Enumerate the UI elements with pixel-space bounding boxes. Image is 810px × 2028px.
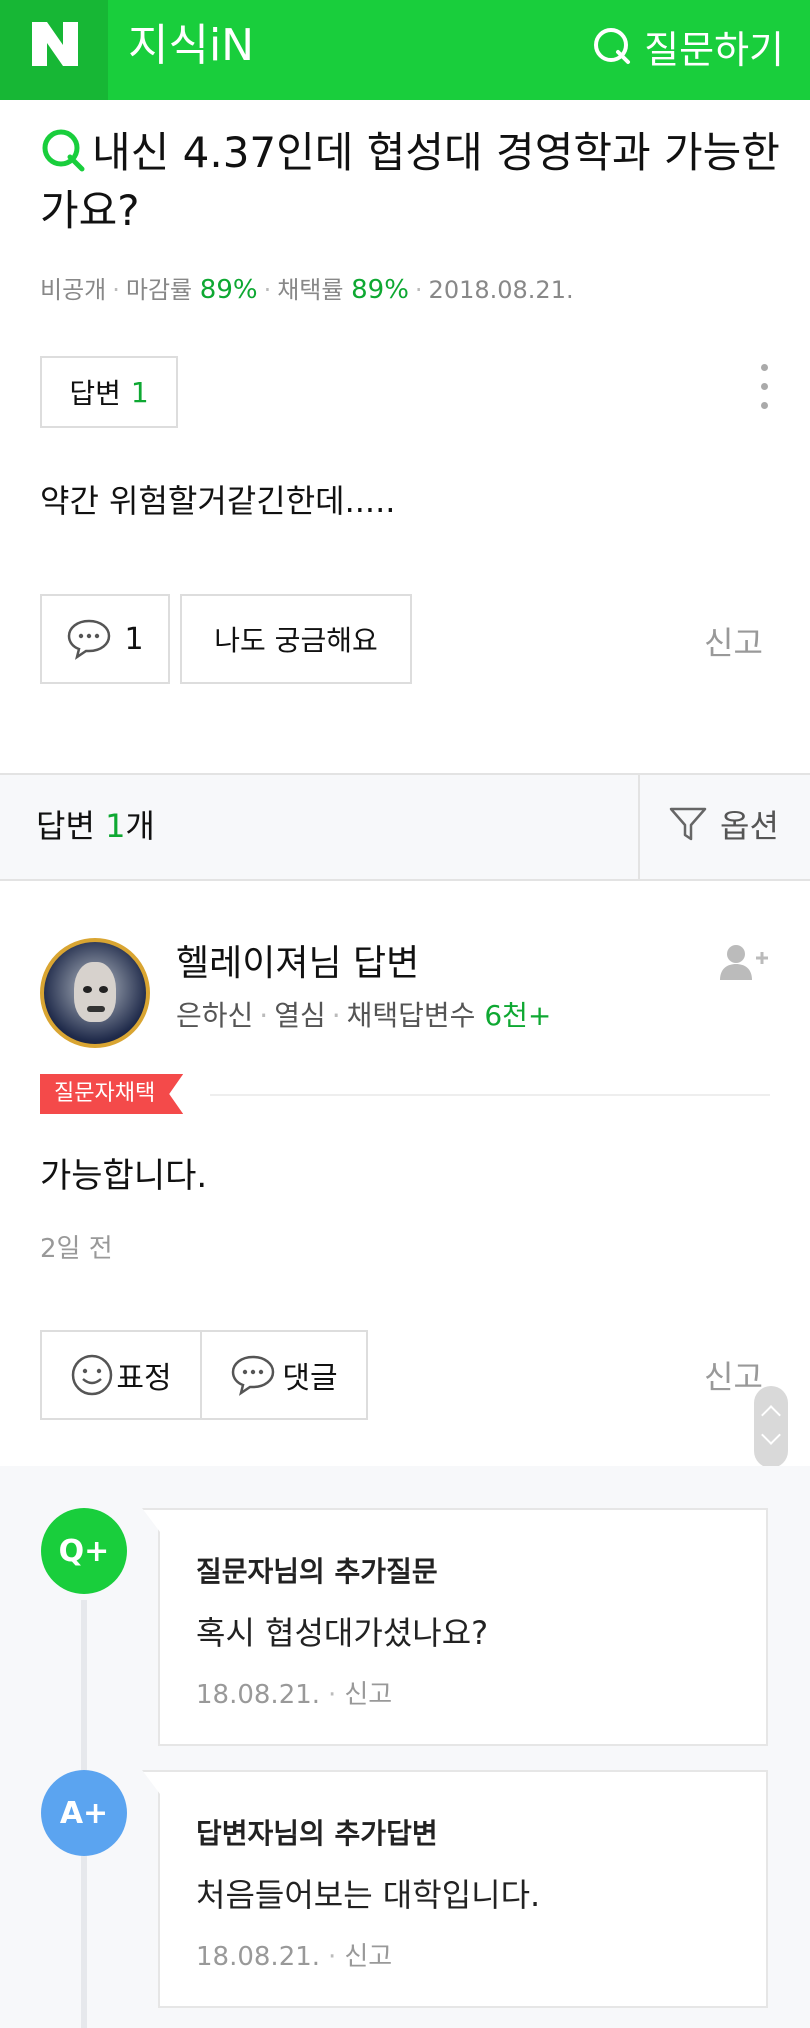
answerer-name[interactable]: 헬레이져님 답변 (176, 934, 419, 986)
answer-report-link[interactable]: 신고 (704, 1352, 763, 1398)
followup-answer-report[interactable]: 신고 (344, 1942, 392, 1972)
comment-button[interactable]: 1 (40, 594, 170, 684)
options-separator (638, 775, 640, 879)
naver-n-icon (32, 22, 78, 66)
answerer-activity: 열심 (274, 999, 326, 1032)
followup-question-circle: Q+ (41, 1508, 127, 1594)
badge-divider (210, 1094, 770, 1096)
visibility-label: 비공개 (40, 276, 107, 304)
emotion-button[interactable]: 표정 (40, 1330, 202, 1420)
question-title-text: 내신 4.37인데 협성대 경영학과 가능한가요? (40, 128, 780, 235)
brand-title[interactable]: 지식iN (128, 18, 254, 74)
followup-answer-title: 답변자님의 추가답변 (196, 1817, 438, 1850)
question-report-link[interactable]: 신고 (704, 618, 763, 664)
answer-tag-label: 답변 (69, 377, 121, 410)
answer-comment-button[interactable]: 댓글 (200, 1330, 368, 1420)
scroll-down-icon[interactable] (761, 1425, 781, 1445)
followup-answer-circle: A+ (41, 1770, 127, 1856)
followup-answer-body: 처음들어보는 대학입니다. (196, 1876, 541, 1914)
scroll-up-icon[interactable] (761, 1405, 781, 1425)
answers-count-value: 1 (105, 807, 126, 845)
naver-logo-button[interactable] (0, 0, 108, 100)
answers-count-label: 답변 1개 (36, 801, 155, 847)
speech-bubble-icon (68, 619, 111, 660)
add-friend-icon[interactable] (718, 942, 770, 982)
question-body: 약간 위험할거같긴한데..... (40, 482, 396, 520)
speech-bubble-icon (232, 1355, 275, 1396)
answer-tag-count: 1 (130, 375, 149, 409)
adopted-by-asker-badge: 질문자채택 (40, 1074, 183, 1114)
adopted-count-label: 채택답변수 (346, 999, 476, 1032)
options-label: 옵션 (720, 807, 779, 845)
ask-question-button[interactable]: 질문하기 (592, 18, 784, 74)
followup-question-date: 18.08.21. (196, 1680, 321, 1710)
filter-funnel-icon (669, 807, 707, 841)
curious-label: 나도 궁금해요 (214, 624, 378, 657)
question-q-icon (594, 28, 631, 64)
adopted-count-value: 6천+ (484, 999, 552, 1032)
answers-label-prefix: 답변 (36, 807, 106, 845)
answers-header-bar: 답변 1개 옵션 (0, 773, 810, 881)
answer-comment-label: 댓글 (282, 1361, 338, 1396)
emotion-label: 표정 (116, 1361, 172, 1396)
answer-count-tag[interactable]: 답변 1 (40, 356, 178, 428)
followup-question-meta: 18.08.21. · 신고 (196, 1680, 393, 1710)
answers-label-suffix: 개 (125, 807, 155, 845)
scroll-navigator[interactable] (754, 1386, 788, 1468)
question-meta: 비공개 · 마감률 89% · 채택률 89% · 2018.08.21. (40, 275, 574, 305)
ask-question-label: 질문하기 (644, 27, 784, 72)
close-rate-label: 마감률 (125, 276, 193, 304)
followup-answer-meta: 18.08.21. · 신고 (196, 1942, 393, 1972)
question-title: 내신 4.37인데 협성대 경영학과 가능한가요? (40, 124, 780, 240)
close-rate-value: 89% (199, 275, 258, 305)
followup-question-title: 질문자님의 추가질문 (196, 1555, 438, 1588)
adopt-rate-label: 채택률 (277, 276, 344, 304)
answer-body: 가능합니다. (40, 1156, 208, 1196)
followup-question-body: 혹시 협성대가셨나요? (196, 1614, 489, 1652)
question-date: 2018.08.21. (428, 276, 574, 304)
followup-answer-date: 18.08.21. (196, 1942, 321, 1972)
adopt-rate-value: 89% (351, 275, 409, 305)
smiley-face-icon (72, 1354, 113, 1396)
more-options-icon[interactable] (756, 364, 772, 416)
followup-answer-card: 답변자님의 추가답변 처음들어보는 대학입니다. 18.08.21. · 신고 (142, 1770, 768, 2008)
answerer-info: 은하신 · 열심 · 채택답변수 6천+ (176, 999, 552, 1032)
top-header: 지식iN 질문하기 (0, 0, 810, 100)
question-q-icon (42, 129, 85, 172)
options-button[interactable]: 옵션 (668, 801, 779, 847)
answerer-avatar[interactable] (40, 938, 150, 1048)
followup-question-report[interactable]: 신고 (344, 1680, 392, 1710)
comment-count: 1 (124, 621, 144, 657)
answer-time: 2일 전 (40, 1234, 113, 1264)
curious-button[interactable]: 나도 궁금해요 (180, 594, 412, 684)
answerer-grade: 은하신 (176, 999, 254, 1032)
followup-question-card: 질문자님의 추가질문 혹시 협성대가셨나요? 18.08.21. · 신고 (142, 1508, 768, 1746)
